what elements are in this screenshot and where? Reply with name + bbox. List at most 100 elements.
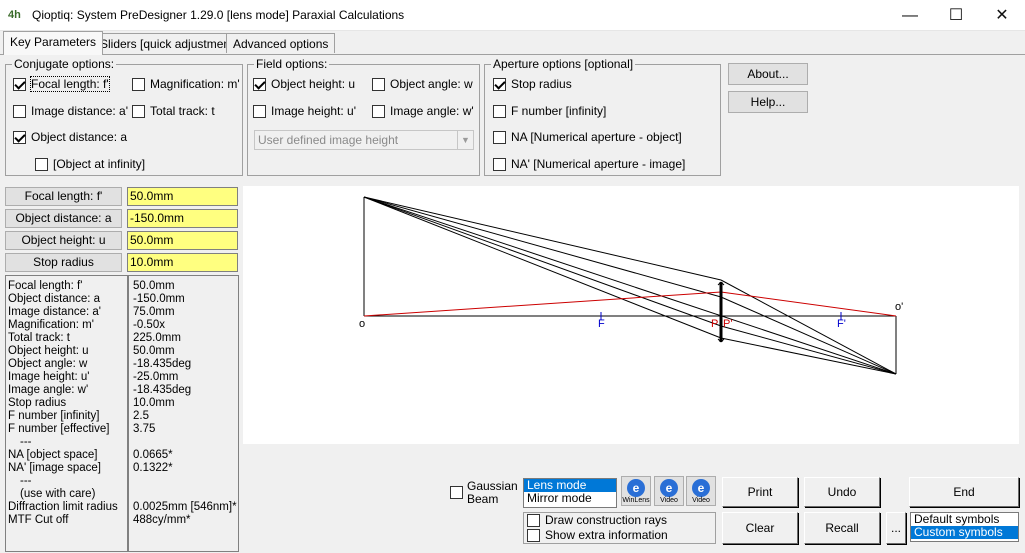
minimize-button[interactable]: — [887,0,933,31]
gaussian-beam-checkbox[interactable] [450,486,468,499]
checkbox-label: [Object at infinity] [53,157,146,171]
checkbox-box[interactable] [527,529,540,542]
tab-strip-line [0,54,1025,55]
checkbox-box[interactable] [493,104,506,118]
magnification-checkbox[interactable]: Magnification: m' [132,77,240,91]
more-button[interactable]: ... [886,512,906,544]
symbols-option-custom[interactable]: Custom symbols [911,526,1018,539]
focal-length-param-button[interactable]: Focal length: f' [5,187,122,206]
object-distance-param-button[interactable]: Object distance: a [5,209,122,228]
stop-radius-param-button[interactable]: Stop radius [5,253,122,272]
na-image-checkbox[interactable]: NA' [Numerical aperture - image] [493,157,685,171]
readout-label: NA' [image space] [8,462,101,474]
checkbox-box[interactable] [450,486,463,499]
checkbox-box[interactable] [132,77,145,91]
help-button[interactable]: Help... [728,91,808,113]
checkbox-label: Object distance: a [31,130,128,144]
chief-ray [363,196,897,375]
checkbox-box[interactable] [527,514,540,527]
object-distance-input[interactable]: -150.0mm [127,209,238,228]
checkbox-label: Object angle: w [390,77,473,91]
stop-radius-checkbox[interactable]: Stop radius [493,77,572,91]
ray-object-parallel [363,196,722,327]
total-track-checkbox[interactable]: Total track: t [132,104,215,118]
checkbox-box[interactable] [493,157,506,171]
field-dropdown[interactable]: User defined image height ▼ [254,130,474,150]
winlens-button[interactable]: e WinLens [621,476,651,506]
readout-label: NA [object space] [8,449,98,461]
object-height-input[interactable]: 50.0mm [127,231,238,250]
checkbox-box[interactable] [13,104,26,118]
object-height-param-button[interactable]: Object height: u [5,231,122,250]
optical-diagram-svg: o o' F P P' F' [359,196,903,375]
about-button[interactable]: About... [728,63,808,85]
video-button-2[interactable]: e Video [686,476,716,506]
checkbox-box[interactable] [372,104,385,118]
clear-button[interactable]: Clear [722,512,798,544]
label-front-focal: F [598,318,605,330]
checkbox-box[interactable] [493,77,506,91]
object-angle-checkbox[interactable]: Object angle: w [372,77,473,91]
gaussian-beam-label: Gaussian Beam [467,480,518,506]
readout-value: -25.0mm [133,371,179,383]
checkbox-box[interactable] [35,157,48,171]
close-button[interactable]: ✕ [979,0,1025,31]
checkbox-label: Show extra information [545,528,668,542]
readout-label: MTF Cut off [8,514,69,526]
checkbox-label: NA' [Numerical aperture - image] [511,157,686,171]
checkbox-box[interactable] [13,77,26,91]
end-button[interactable]: End [909,477,1019,507]
show-extra-information-checkbox[interactable]: Show extra information [527,529,668,542]
checkbox-box[interactable] [253,77,266,91]
checkbox-label: Focal length: f' [30,76,110,92]
ray-group: o o' F P P' F' [359,196,903,375]
mode-list[interactable]: Lens mode Mirror mode [523,478,617,508]
tab-key-parameters[interactable]: Key Parameters [3,31,104,55]
checkbox-box[interactable] [132,104,145,118]
app-icon: 4h [8,9,21,21]
focal-length-input[interactable]: 50.0mm [127,187,238,206]
focal-length-checkbox[interactable]: Focal length: f' [13,76,110,92]
readout-value: 488cy/mm* [133,514,191,526]
readout-value: 10.0mm [133,397,175,409]
checkbox-box[interactable] [13,130,26,144]
video-button-1[interactable]: e Video [654,476,684,506]
aperture-options-legend: Aperture options [optional] [491,57,636,71]
readout-label: Image angle: w' [8,384,89,396]
video-caption: Video [692,497,710,504]
print-button[interactable]: Print [722,477,798,507]
draw-construction-rays-checkbox[interactable]: Draw construction rays [527,514,667,527]
readout-label: Total track: t [8,332,70,344]
tab-label: Key Parameters [10,35,97,49]
readout-divider [127,275,129,552]
checkbox-box[interactable] [493,130,506,144]
checkbox-label: NA [Numerical aperture - object] [511,130,682,144]
symbols-list[interactable]: Default symbols Custom symbols [910,512,1019,542]
tab-advanced-options[interactable]: Advanced options [226,33,336,53]
ray-lens-bottom-to-image [720,337,897,375]
image-distance-checkbox[interactable]: Image distance: a' [13,104,128,118]
readout-value: 75.0mm [133,306,175,318]
f-number-checkbox[interactable]: F number [infinity] [493,104,606,118]
mode-option-mirror[interactable]: Mirror mode [524,492,616,505]
na-object-checkbox[interactable]: NA [Numerical aperture - object] [493,130,682,144]
image-height-checkbox[interactable]: Image height: u' [253,104,356,118]
object-distance-checkbox[interactable]: Object distance: a [13,130,127,144]
chevron-down-icon[interactable]: ▼ [457,131,473,149]
readout-value: 0.1322* [133,462,173,474]
checkbox-box[interactable] [253,104,266,118]
readout-label: F number [effective] [8,423,110,435]
tab-label: Advanced options [233,37,329,51]
maximize-button[interactable]: ☐ [933,0,979,31]
image-angle-checkbox[interactable]: Image angle: w' [372,104,474,118]
ray-lens-lower-to-image [720,325,897,375]
object-at-infinity-checkbox[interactable]: [Object at infinity] [35,157,145,171]
tab-sliders[interactable]: Sliders [quick adjustment] [93,33,244,53]
readout-label: Object angle: w [8,358,88,370]
object-height-checkbox[interactable]: Object height: u [253,77,355,91]
recall-button[interactable]: Recall [804,512,880,544]
checkbox-box[interactable] [372,77,385,91]
gaussian-beam-label-line2: Beam [467,492,499,506]
undo-button[interactable]: Undo [804,477,880,507]
stop-radius-input[interactable]: 10.0mm [127,253,238,272]
